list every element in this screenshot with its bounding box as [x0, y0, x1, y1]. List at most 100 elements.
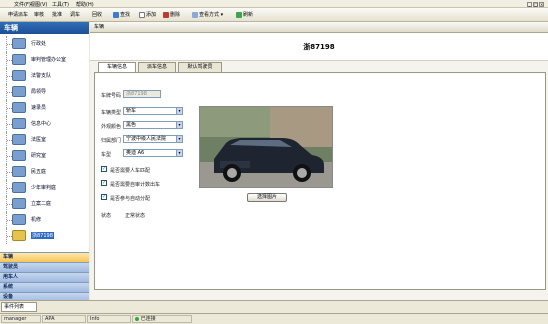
menu-help[interactable]: 帮助(H) — [76, 1, 94, 8]
status-info: Info — [87, 315, 131, 323]
car-icon — [12, 54, 26, 65]
car-icon — [12, 38, 26, 49]
menu-file[interactable]: 文件(F) — [14, 1, 31, 8]
plate-field[interactable]: 浙87198 — [123, 90, 161, 98]
add-label: 添加 — [146, 12, 157, 18]
delete-button[interactable]: 删除 — [163, 11, 180, 19]
event-list-tab[interactable]: 事件列表 — [1, 302, 37, 312]
status-connection-label: 已连接 — [140, 316, 156, 322]
chevron-down-icon: ▾ — [176, 122, 182, 128]
tree-item-info-center[interactable]: 信息中心 — [6, 116, 86, 132]
car-icon — [12, 214, 26, 225]
review-button[interactable]: 审核 — [34, 11, 44, 19]
dispatch-button[interactable]: 调车 — [70, 11, 80, 19]
plate-heading: 浙87198 — [90, 33, 548, 61]
tree-item-civil5[interactable]: 民五庭 — [6, 164, 86, 180]
nav-tab-system[interactable]: 系统 — [0, 282, 89, 292]
window-controls: _ □ × — [526, 1, 546, 7]
tree-item-selected-car[interactable]: 浙87198 — [6, 228, 86, 244]
nav-tab-drivers[interactable]: 驾驶员 — [0, 262, 89, 272]
tree-item-leaders[interactable]: 局领导 — [6, 84, 86, 100]
car-icon — [12, 150, 26, 161]
car-icon — [12, 118, 26, 129]
sidebar: 车辆 行政处 审判管理办公室 法警支队 局领导 速录员 信息中心 法医室 研究室… — [0, 22, 89, 302]
dept-value: 宁波中级人民法院 — [126, 136, 167, 142]
checkbox-auto-assign[interactable]: ✓ — [101, 194, 107, 200]
dept-select[interactable]: 宁波中级人民法院 ▾ — [123, 135, 183, 143]
chevron-down-icon: ▾ — [220, 12, 224, 18]
tree-item-stenographer[interactable]: 速录员 — [6, 100, 86, 116]
detail-tabs: 车辆信息 派车信息 默认驾驶员 — [94, 62, 548, 72]
status-bar: manager APA Info 已连接 — [0, 313, 548, 324]
delete-icon — [163, 11, 169, 18]
status-server: APA — [42, 315, 86, 323]
add-button[interactable]: 添加 — [139, 11, 156, 19]
vehicle-form: 车牌号码 浙87198 车辆类型 轿车 ▾ 外观颜色 黑色 ▾ 归属部门 宁波中级人… — [94, 72, 546, 318]
car-icon — [12, 166, 26, 177]
car-icon — [12, 230, 26, 241]
apply-car-button[interactable]: 申请派车 — [8, 11, 28, 19]
model-select[interactable]: 奥迪 A6 ▾ — [123, 149, 183, 157]
tree-item-trial-office[interactable]: 审判管理办公室 — [6, 52, 86, 68]
delete-label: 删除 — [170, 12, 181, 18]
view-mode-label: 查看方式 — [199, 12, 220, 18]
model-label: 车型 — [101, 152, 112, 158]
type-select[interactable]: 轿车 ▾ — [123, 107, 183, 115]
panel-title: 车辆 — [90, 22, 548, 33]
nav-tab-users[interactable]: 用车人 — [0, 272, 89, 282]
menu-view[interactable]: 视图(V) — [30, 1, 47, 8]
menu-bar: 文件(F) 视图(V) 工具(T) 帮助(H) _ □ × — [0, 0, 548, 8]
maximize-icon[interactable]: □ — [533, 2, 538, 7]
color-select[interactable]: 黑色 ▾ — [123, 121, 183, 129]
toolbar: 申请派车 审核 批准 调车 回收 查找 添加 删除 查看方式 ▾ 刷新 — [0, 8, 548, 22]
car-icon — [12, 86, 26, 97]
model-value: 奥迪 A6 — [126, 150, 145, 156]
type-label: 车辆类型 — [101, 110, 122, 116]
refresh-button[interactable]: 刷新 — [236, 11, 253, 19]
approve-button[interactable]: 批准 — [52, 11, 62, 19]
online-dot-icon — [135, 316, 139, 321]
checkbox-person-match[interactable]: ✓ — [101, 166, 107, 172]
status-value: 正常状态 — [125, 213, 146, 219]
tree-item-juvenile[interactable]: 少年审判庭 — [6, 180, 86, 196]
vehicle-photo — [199, 106, 333, 188]
tree-item-filing2[interactable]: 立案二庭 — [6, 196, 86, 212]
refresh-label: 刷新 — [243, 12, 254, 18]
tree-item-repair[interactable]: 机修 — [6, 212, 86, 228]
refresh-icon — [236, 11, 242, 18]
view-icon — [192, 11, 198, 18]
checkbox-auto-assign-label: 是否参与自动分配 — [110, 196, 151, 202]
status-user: manager — [1, 315, 41, 323]
tree-item-research[interactable]: 研究室 — [6, 148, 86, 164]
dept-label: 归属部门 — [101, 138, 122, 144]
tree-item-bailiff[interactable]: 法警支队 — [6, 68, 86, 84]
view-mode-button[interactable]: 查看方式 ▾ — [192, 11, 223, 19]
car-icon — [12, 198, 26, 209]
find-label: 查找 — [120, 12, 131, 18]
plate-label: 车牌号码 — [101, 93, 122, 99]
tab-default-driver[interactable]: 默认驾驶员 — [178, 62, 222, 72]
checkbox-person-match-label: 是否需要人车匹配 — [110, 168, 151, 174]
find-button[interactable]: 查找 — [113, 11, 130, 19]
tab-dispatch-info[interactable]: 派车信息 — [138, 62, 176, 72]
event-list-bar: 事件列表 — [0, 300, 548, 313]
add-icon — [139, 11, 145, 18]
select-image-button[interactable]: 选择图片 — [247, 193, 287, 202]
close-icon[interactable]: × — [539, 2, 544, 7]
tree-item-admin[interactable]: 行政处 — [6, 36, 86, 52]
car-icon — [12, 70, 26, 81]
minimize-icon[interactable]: _ — [527, 2, 532, 7]
car-icon — [12, 102, 26, 113]
nav-tab-vehicles[interactable]: 车辆 — [0, 252, 89, 262]
tree-item-forensic[interactable]: 法医室 — [6, 132, 86, 148]
type-value: 轿车 — [126, 108, 137, 114]
color-value: 黑色 — [126, 122, 137, 128]
checkbox-self-count[interactable]: ✓ — [101, 180, 107, 186]
recall-button[interactable]: 回收 — [92, 11, 102, 19]
sidebar-header: 车辆 — [0, 22, 89, 34]
status-label: 状态 — [101, 213, 112, 219]
chevron-down-icon: ▾ — [176, 108, 182, 114]
plate-value: 浙87198 — [126, 91, 147, 97]
tab-vehicle-info[interactable]: 车辆信息 — [98, 62, 136, 72]
menu-tools[interactable]: 工具(T) — [52, 1, 69, 8]
